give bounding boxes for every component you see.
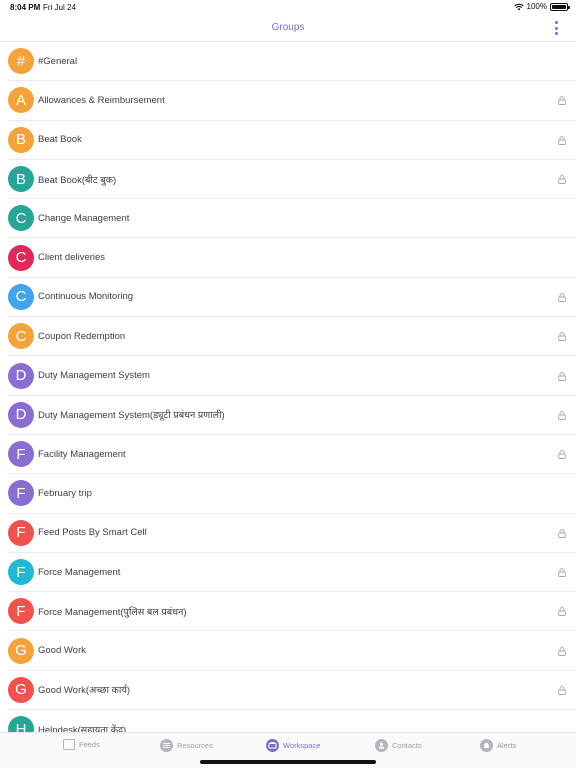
wifi-icon [513,3,524,10]
group-name: February trip [38,487,92,499]
group-name: #General [38,55,78,67]
lock-icon [558,686,566,695]
group-avatar: G [8,676,34,703]
group-avatar: F [8,559,34,585]
group-avatar: G [8,637,34,664]
nav-bar: Groups [0,14,576,42]
group-row[interactable]: # #General [8,42,576,82]
group-avatar: # [8,48,34,75]
lock-icon [558,410,566,420]
group-name: Allowances & Reimbursement [38,94,165,106]
lock-icon [558,528,566,538]
tab-feeds[interactable]: Feeds [63,739,100,750]
group-row[interactable]: B Beat Book [8,121,576,160]
group-avatar: F [8,480,34,507]
workspace-icon [266,739,279,752]
group-name: Force Management [38,566,121,578]
group-name: Beat Book(बीट बुक) [38,174,117,186]
group-row[interactable]: C Continuous Monitoring [8,278,576,318]
group-avatar: B [8,166,34,193]
group-name: Continuous Monitoring [38,291,134,303]
lock-icon [558,450,566,460]
group-row[interactable]: F February trip [8,474,576,514]
tab-contacts[interactable]: Contacts [375,739,422,752]
group-avatar: C [8,323,34,350]
group-list[interactable]: # #General A Allowances & Reimbursement B Bea… [0,42,576,732]
group-avatar: C [8,205,34,232]
group-row[interactable]: D Duty Management System [8,356,576,396]
group-row[interactable]: G Good Work(अच्छा कार्य) [8,671,576,711]
group-name: Duty Management System [38,370,150,382]
group-row[interactable]: A Allowances & Reimbursement [8,81,576,121]
group-row[interactable]: D Duty Management System(ड्यूटी प्रबंधन प… [8,396,576,435]
status-right: 100% [513,2,570,11]
status-date: Fri Jul 24 [43,3,76,12]
tab-workspace-label: Workspace [283,741,321,750]
group-avatar: A [8,87,34,114]
group-avatar: B [8,126,34,153]
battery-percent: 100% [526,2,547,11]
lock-icon [558,175,566,184]
tab-alerts-label: Alerts [497,741,517,750]
group-avatar: H [8,716,34,732]
group-row[interactable]: C Client deliveries [8,238,576,278]
group-row[interactable]: G Good Work [8,631,576,671]
group-name: Duty Management System(ड्यूटी प्रबंधन प्… [38,410,225,422]
battery-icon [550,2,570,11]
lock-icon [558,371,566,381]
tab-contacts-label: Contacts [392,741,422,750]
group-row[interactable]: C Change Management [8,199,576,239]
group-avatar: F [8,519,34,546]
group-row[interactable]: F Feed Posts By Smart Cell [8,514,576,553]
group-name: Feed Posts By Smart Cell [38,527,147,539]
group-name: Good Work(अच्छा कार्य) [38,685,130,697]
tab-workspace[interactable]: Workspace [266,739,320,752]
group-name: Change Management [38,212,130,224]
group-name: Helpdesk(सहायता केंद्र) [38,724,127,732]
group-name: Coupon Redemption [38,330,126,342]
status-time: 8:04 PM [10,3,41,12]
group-row[interactable]: H Helpdesk(सहायता केंद्र) [8,710,576,732]
resources-icon [160,739,173,752]
group-name: Client deliveries [38,252,106,264]
lock-icon [558,607,566,617]
page-title: Groups [271,22,305,33]
lock-icon [558,293,566,302]
group-name: Facility Management [38,448,126,460]
group-row[interactable]: F Force Management(पुलिस बल प्रबंधन) [8,592,576,632]
group-avatar: F [8,598,34,625]
group-avatar: D [8,401,34,428]
group-avatar: C [8,244,34,271]
lock-icon [558,568,566,577]
vertical-ellipsis-icon [554,21,558,24]
lock-icon [558,96,566,106]
lock-icon [558,646,566,656]
tab-resources-label: Resources [177,741,213,750]
tab-resources[interactable]: Resources [160,739,213,752]
group-row[interactable]: F Facility Management [8,435,576,475]
alerts-icon [480,739,493,752]
lock-icon [558,332,566,342]
lock-icon [558,135,566,145]
status-bar: 8:04 PM Fri Jul 24 100% [0,0,576,14]
group-row[interactable]: B Beat Book(बीट बुक) [8,160,576,200]
tab-alerts[interactable]: Alerts [480,739,516,752]
tab-feeds-label: Feeds [79,740,100,749]
feeds-icon [63,739,75,750]
group-avatar: D [8,362,34,389]
group-name: Good Work [38,645,86,657]
group-row[interactable]: C Coupon Redemption [8,317,576,357]
group-avatar: C [8,283,34,310]
group-avatar: F [8,441,34,468]
group-name: Beat Book [38,134,82,146]
more-options-button[interactable] [552,21,560,35]
contacts-icon [375,739,388,752]
home-indicator [200,760,376,764]
group-row[interactable]: F Force Management [8,553,576,593]
group-name: Force Management(पुलिस बल प्रबंधन) [38,606,187,618]
